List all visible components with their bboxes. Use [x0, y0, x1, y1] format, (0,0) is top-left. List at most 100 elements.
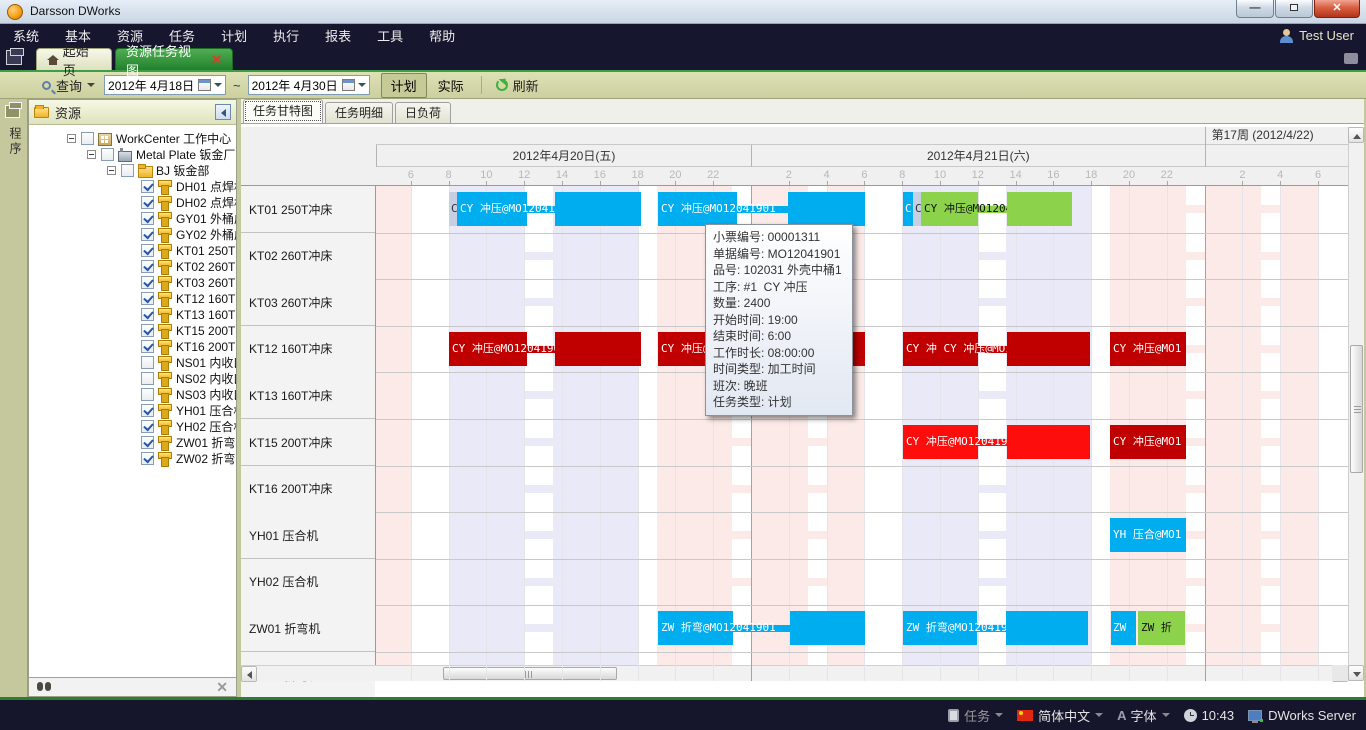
restore-button[interactable] [1275, 0, 1313, 18]
tree-item[interactable]: GY01 外桶成型机 [29, 210, 236, 226]
tree-item[interactable]: NS02 内收口机 [29, 370, 236, 386]
tree-item[interactable]: KT12 160T冲床 [29, 290, 236, 306]
gantt-task-bar[interactable]: C [913, 192, 921, 226]
tree-checkbox[interactable] [141, 420, 154, 433]
gantt-task-bar[interactable] [788, 192, 865, 226]
tree-item[interactable]: BJ 钣金部 [29, 162, 236, 178]
minimize-button[interactable]: — [1236, 0, 1274, 18]
gantt-task-bar[interactable]: ZW 折弯@MO12041901 [658, 611, 733, 645]
vertical-scrollbar[interactable] [1348, 127, 1364, 681]
tree-checkbox[interactable] [141, 324, 154, 337]
tab-close-icon[interactable]: ✕ [211, 55, 222, 65]
gantt-task-bar[interactable]: CY 冲 CY 冲压@MO12041904 [903, 332, 978, 366]
scroll-left-arrow[interactable] [241, 666, 257, 682]
menu-item[interactable]: 计划 [208, 26, 260, 45]
tree-item[interactable]: KT01 250T冲床 [29, 242, 236, 258]
tree-checkbox[interactable] [141, 404, 154, 417]
tab-list-icon[interactable] [1344, 53, 1358, 64]
tree-item[interactable]: YH02 压合机 [29, 418, 236, 434]
tree-checkbox[interactable] [141, 388, 154, 401]
tree-item[interactable]: KT15 200T冲床 [29, 322, 236, 338]
gantt-task-bar[interactable] [790, 611, 865, 645]
gantt-task-bar[interactable]: C [903, 192, 913, 226]
tree-checkbox[interactable] [121, 164, 134, 177]
hscroll-thumb[interactable] [443, 667, 617, 680]
gantt-task-bar[interactable] [1007, 192, 1072, 226]
close-panel-icon[interactable]: ✕ [216, 679, 228, 696]
tab-resource-task-view[interactable]: 资源任务视图 ✕ [115, 48, 233, 70]
gantt-task-bar[interactable]: CY 冲压@MO12041904 [449, 332, 527, 366]
tree-checkbox[interactable] [141, 228, 154, 241]
actual-toggle[interactable]: 实际 [429, 74, 473, 97]
tree-item[interactable]: KT16 200T冲床 [29, 338, 236, 354]
tree-item[interactable]: KT02 260T冲床 [29, 258, 236, 274]
tree-checkbox[interactable] [141, 308, 154, 321]
tree-expander-icon[interactable] [67, 134, 76, 143]
tree-item[interactable]: WorkCenter 工作中心 [29, 130, 236, 146]
scroll-up-arrow[interactable] [1348, 127, 1364, 143]
gantt-task-bar[interactable]: CY 冲压@MO1 [1110, 332, 1186, 366]
scroll-down-arrow[interactable] [1348, 665, 1364, 681]
tree-checkbox[interactable] [141, 356, 154, 369]
close-button[interactable]: ✕ [1314, 0, 1360, 18]
autohide-sidebar[interactable]: 程序 [0, 99, 28, 697]
gantt-task-bar[interactable] [1007, 425, 1090, 459]
tree-item[interactable]: Metal Plate 钣金厂 [29, 146, 236, 162]
tree-item[interactable]: GY02 外桶成型机 [29, 226, 236, 242]
vscroll-thumb[interactable] [1350, 345, 1363, 473]
gantt-task-bar[interactable]: ZW 折 [1138, 611, 1185, 645]
tree-checkbox[interactable] [141, 244, 154, 257]
gantt-task-bar[interactable] [555, 192, 641, 226]
collapse-panel-button[interactable] [215, 104, 231, 120]
gantt-tab[interactable]: 日负荷 [395, 102, 451, 123]
menu-item[interactable]: 执行 [260, 26, 312, 45]
status-language-menu[interactable]: 简体中文 [1017, 706, 1103, 725]
tree-checkbox[interactable] [101, 148, 114, 161]
tree-checkbox[interactable] [141, 260, 154, 273]
gantt-tab[interactable]: 任务明细 [325, 102, 393, 123]
tree-checkbox[interactable] [141, 212, 154, 225]
date-to-field[interactable]: 2012年 4月30日 [248, 75, 370, 95]
gantt-task-bar[interactable]: YH 压合@MO1 [1110, 518, 1186, 552]
tree-item[interactable]: KT03 260T冲床 [29, 274, 236, 290]
gantt-task-bar[interactable]: CY 冲压@MO12041901 [457, 192, 527, 226]
menu-item[interactable]: 报表 [312, 26, 364, 45]
status-font-menu[interactable]: A 字体 [1117, 706, 1169, 725]
tab-home[interactable]: 起始页 [36, 48, 112, 70]
menu-item[interactable]: 帮助 [416, 26, 468, 45]
plan-toggle[interactable]: 计划 [381, 73, 427, 98]
gantt-task-bar[interactable]: ZW [1111, 611, 1136, 645]
tree-checkbox[interactable] [141, 436, 154, 449]
gantt-task-bar[interactable] [1007, 332, 1090, 366]
tree-checkbox[interactable] [141, 292, 154, 305]
tree-item[interactable]: NS01 内收口机 [29, 354, 236, 370]
gantt-task-bar[interactable]: CY 冲压@MO1 [1110, 425, 1186, 459]
gantt-task-bar[interactable]: C [449, 192, 457, 226]
status-task-menu[interactable]: 任务 [948, 706, 1003, 725]
tree-checkbox[interactable] [141, 196, 154, 209]
gantt-task-bar[interactable]: CY 冲压@MO12041901 [658, 192, 737, 226]
refresh-button[interactable]: 刷新 [490, 74, 545, 97]
windows-stack-icon[interactable] [6, 50, 22, 65]
gantt-task-bar[interactable]: CY 冲压@MO12041902 [921, 192, 978, 226]
gantt-task-bar[interactable]: ZW 折弯@MO12041901 [903, 611, 977, 645]
gantt-task-bar[interactable]: CY 冲压@MO12041903 [903, 425, 978, 459]
gantt-task-bar[interactable] [555, 332, 641, 366]
tree-item[interactable]: DH02 点焊机 [29, 194, 236, 210]
gantt-tab[interactable]: 任务甘特图 [243, 99, 323, 123]
tree-item[interactable]: ZW02 折弯机 [29, 450, 236, 466]
tree-item[interactable]: ZW01 折弯机 [29, 434, 236, 450]
menu-item[interactable]: 系统 [0, 26, 52, 45]
tree-checkbox[interactable] [141, 340, 154, 353]
tree-expander-icon[interactable] [107, 166, 116, 175]
tree-item[interactable]: YH01 压合机 [29, 402, 236, 418]
tree-checkbox[interactable] [141, 452, 154, 465]
tree-checkbox[interactable] [141, 180, 154, 193]
horizontal-scrollbar[interactable] [241, 665, 1348, 681]
tree-expander-icon[interactable] [87, 150, 96, 159]
tree-checkbox[interactable] [81, 132, 94, 145]
menu-item[interactable]: 工具 [364, 26, 416, 45]
user-box[interactable]: Test User [1280, 24, 1354, 47]
tree-checkbox[interactable] [141, 372, 154, 385]
find-icon[interactable] [37, 682, 51, 691]
